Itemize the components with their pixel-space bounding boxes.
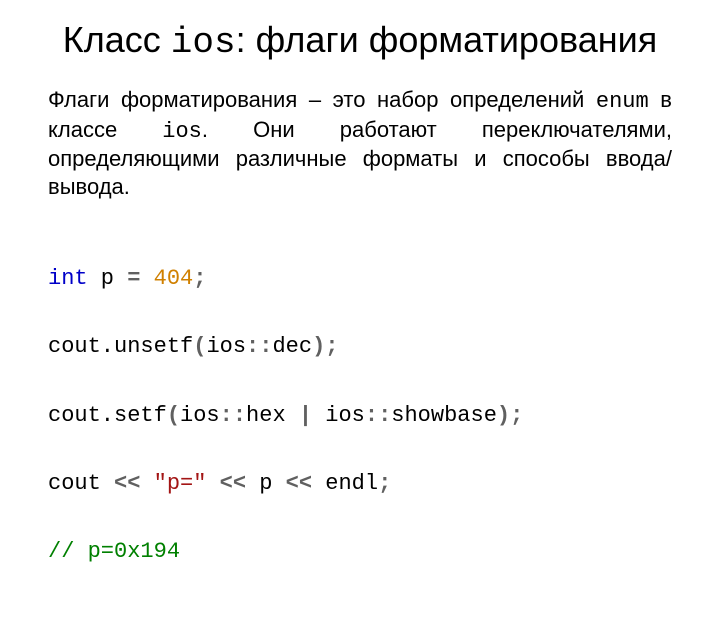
code-operator: =: [127, 266, 140, 291]
code-text: ios: [312, 403, 365, 428]
code-line-1: int p = 404;: [48, 262, 672, 296]
code-text: dec: [272, 334, 312, 359]
code-text: ios: [206, 334, 246, 359]
code-operator: );: [497, 403, 523, 428]
code-string: "p=": [154, 471, 207, 496]
code-operator: (: [167, 403, 180, 428]
code-line-2: cout.unsetf(ios::dec);: [48, 330, 672, 364]
slide-title: Класс ios: флаги форматирования: [48, 18, 672, 64]
para-t1: Флаги форматирования – это набор определ…: [48, 87, 596, 112]
code-line-5: // p=0x194: [48, 535, 672, 569]
code-text: showbase: [391, 403, 497, 428]
title-text-pre: Класс: [63, 19, 171, 60]
code-text: cout.setf: [48, 403, 167, 428]
code-number: 404: [154, 266, 194, 291]
code-text: hex: [246, 403, 299, 428]
code-operator: |: [299, 403, 312, 428]
code-text: cout: [48, 471, 114, 496]
title-text-post: : флаги форматирования: [236, 19, 658, 60]
code-line-4: cout << "p=" << p << endl;: [48, 467, 672, 501]
para-m1: enum: [596, 89, 649, 114]
code-operator: ;: [378, 471, 391, 496]
code-text: [140, 471, 153, 496]
description-paragraph: Флаги форматирования – это набор определ…: [48, 86, 672, 200]
code-text: ios: [180, 403, 220, 428]
code-block: int p = 404; cout.unsetf(ios::dec); cout…: [48, 228, 672, 637]
code-operator: ::: [246, 334, 272, 359]
code-text: endl: [312, 471, 378, 496]
code-operator: <<: [114, 471, 140, 496]
code-text: p: [88, 266, 128, 291]
code-text: p: [246, 471, 286, 496]
code-operator: ;: [193, 266, 206, 291]
slide: Класс ios: флаги форматирования Флаги фо…: [0, 0, 720, 540]
para-m2: ios: [162, 119, 202, 144]
code-text: [206, 471, 219, 496]
code-operator: ::: [220, 403, 246, 428]
code-text: cout.unsetf: [48, 334, 193, 359]
code-operator: );: [312, 334, 338, 359]
title-text-mono: ios: [171, 22, 236, 63]
code-line-3: cout.setf(ios::hex | ios::showbase);: [48, 399, 672, 433]
code-operator: (: [193, 334, 206, 359]
code-text: [140, 266, 153, 291]
code-operator: <<: [220, 471, 246, 496]
code-operator: <<: [286, 471, 312, 496]
code-operator: ::: [365, 403, 391, 428]
code-keyword: int: [48, 266, 88, 291]
code-comment: // p=0x194: [48, 539, 180, 564]
